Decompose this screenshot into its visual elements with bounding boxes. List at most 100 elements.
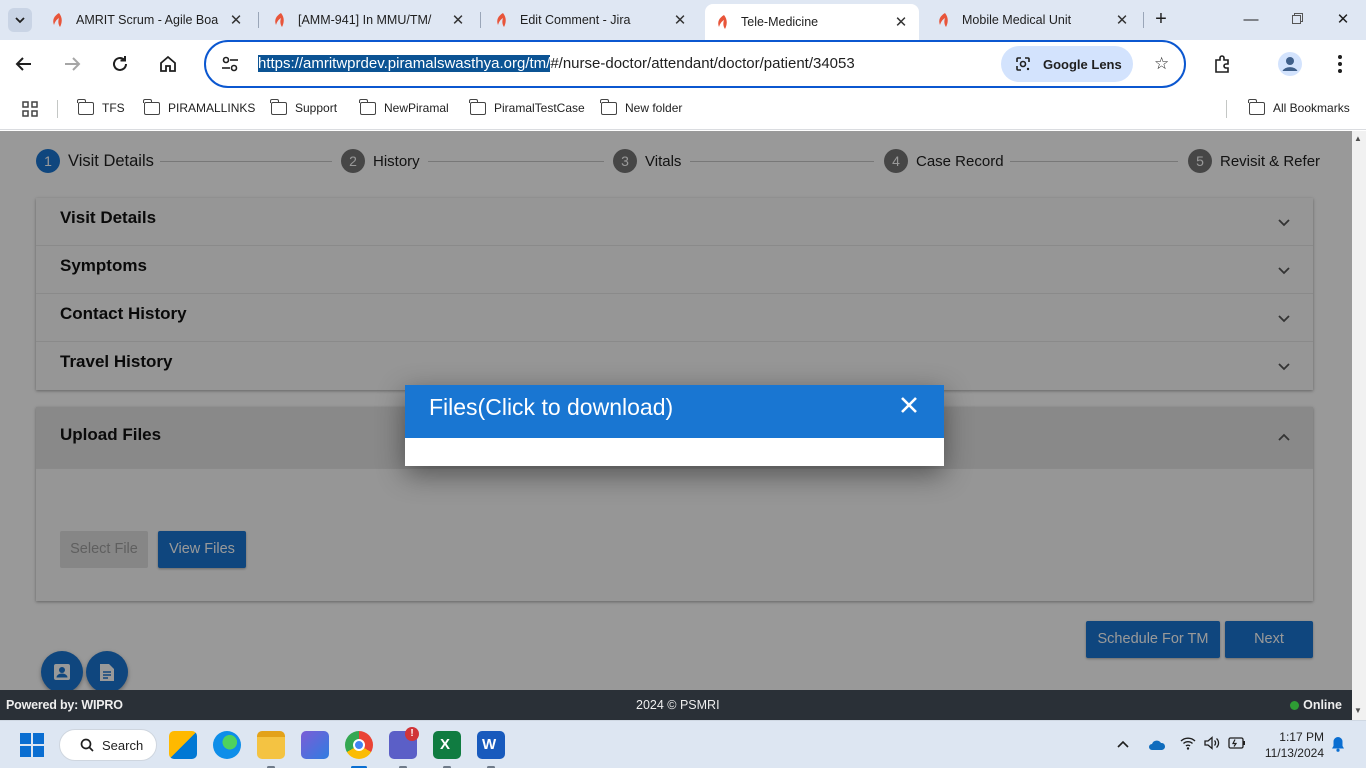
bookmark-folder-piramaltestcase[interactable]: PiramalTestCase bbox=[469, 98, 585, 115]
excel-icon[interactable]: X bbox=[433, 731, 461, 759]
bookmark-separator bbox=[57, 100, 58, 118]
page-scrollbar[interactable] bbox=[1352, 131, 1366, 720]
bookmark-label: NewPiramal bbox=[384, 101, 449, 115]
copilot-icon[interactable] bbox=[301, 731, 329, 759]
more-vertical-icon bbox=[1338, 55, 1342, 73]
close-window-icon[interactable]: ✕ bbox=[1331, 8, 1355, 32]
google-lens-label: Google Lens bbox=[1043, 56, 1122, 72]
all-bookmarks-button[interactable]: All Bookmarks bbox=[1248, 98, 1350, 115]
scroll-down-arrow-icon[interactable]: ▼ bbox=[1354, 706, 1362, 715]
volume-icon[interactable] bbox=[1204, 736, 1220, 753]
new-tab-plus-icon[interactable]: + bbox=[1150, 8, 1172, 30]
system-clock[interactable]: 1:17 PM 11/13/2024 bbox=[1256, 729, 1324, 761]
bookmark-folder-newpiramal[interactable]: NewPiramal bbox=[359, 98, 449, 115]
folder-icon bbox=[77, 98, 94, 115]
site-settings-icon[interactable] bbox=[220, 54, 240, 74]
chrome-browser-icon[interactable] bbox=[345, 731, 373, 759]
clock-date: 11/13/2024 bbox=[1264, 746, 1324, 760]
amrit-favicon-icon bbox=[53, 13, 62, 27]
tab-title: Tele-Medicine bbox=[741, 15, 819, 29]
forward-arrow-icon bbox=[65, 57, 81, 71]
bookmark-folder-tfs[interactable]: TFS bbox=[77, 98, 125, 115]
chevron-down-icon bbox=[15, 17, 25, 24]
tab-title: [AMM-941] In MMU/TM/ bbox=[298, 13, 432, 27]
browser-tab-1[interactable]: AMRIT Scrum - Agile Boa ✕ bbox=[40, 5, 254, 35]
back-arrow-icon bbox=[15, 57, 31, 71]
connection-status: Online bbox=[1290, 698, 1342, 712]
folder-icon bbox=[270, 98, 287, 115]
close-icon[interactable]: ✕ bbox=[672, 11, 688, 29]
close-icon[interactable]: ✕ bbox=[1114, 11, 1130, 29]
tab-title: AMRIT Scrum - Agile Boa bbox=[76, 13, 219, 27]
windows-start-icon[interactable] bbox=[20, 733, 44, 757]
edge-browser-icon[interactable] bbox=[213, 731, 241, 759]
folder-icon bbox=[143, 98, 160, 115]
close-icon[interactable]: ✕ bbox=[450, 11, 466, 29]
folder-icon bbox=[1248, 98, 1265, 115]
bookmark-label: TFS bbox=[102, 101, 125, 115]
tab-separator bbox=[1143, 12, 1144, 28]
tab-title: Edit Comment - Jira bbox=[520, 13, 631, 27]
browser-tab-2[interactable]: [AMM-941] In MMU/TM/ ✕ bbox=[262, 5, 476, 35]
wifi-icon[interactable] bbox=[1180, 736, 1196, 753]
bookmark-star-icon[interactable]: ☆ bbox=[1154, 54, 1174, 74]
tab-separator bbox=[258, 12, 259, 28]
bookmark-separator bbox=[1226, 100, 1227, 118]
tab-title: Mobile Medical Unit bbox=[962, 13, 1072, 27]
browser-tab-3[interactable]: Edit Comment - Jira ✕ bbox=[484, 5, 698, 35]
back-button[interactable] bbox=[12, 52, 36, 76]
taskbar-search[interactable]: Search bbox=[59, 729, 157, 761]
extensions-button[interactable] bbox=[1210, 52, 1234, 76]
windows-taskbar: Search ! X W 1:17 PM 11/13/2024 bbox=[0, 720, 1366, 768]
amrit-favicon-icon bbox=[275, 13, 284, 27]
tab-separator bbox=[480, 12, 481, 28]
amrit-favicon-icon bbox=[939, 13, 948, 27]
url-selected: https://amritwprdev.piramalswasthya.org/… bbox=[258, 55, 551, 72]
browser-tab-4-active[interactable]: Tele-Medicine ✕ bbox=[705, 4, 919, 40]
battery-icon[interactable] bbox=[1228, 737, 1246, 752]
apps-button[interactable] bbox=[22, 101, 38, 117]
bookmark-label: Support bbox=[295, 101, 338, 115]
folder-icon bbox=[359, 98, 376, 115]
folder-icon bbox=[600, 98, 617, 115]
url-rest: #/nurse-doctor/attendant/doctor/patient/… bbox=[550, 55, 855, 72]
bookmark-label: New folder bbox=[625, 101, 683, 115]
word-icon[interactable]: W bbox=[477, 731, 505, 759]
minimize-icon[interactable]: — bbox=[1239, 8, 1263, 32]
home-icon bbox=[160, 55, 176, 72]
search-icon bbox=[80, 738, 94, 752]
close-icon[interactable]: ✕ bbox=[228, 11, 244, 29]
reload-icon bbox=[113, 56, 127, 71]
amrit-favicon-icon bbox=[718, 15, 727, 29]
teams-icon[interactable]: ! bbox=[389, 727, 419, 759]
notification-bell-icon[interactable] bbox=[1331, 736, 1345, 755]
forward-button[interactable] bbox=[60, 52, 84, 76]
show-hidden-icons-icon[interactable] bbox=[1116, 737, 1130, 752]
microsoft-store-icon[interactable] bbox=[169, 731, 197, 759]
bookmark-folder-support[interactable]: Support bbox=[270, 98, 338, 115]
google-lens-icon bbox=[1016, 57, 1030, 71]
browser-menu-button[interactable] bbox=[1328, 52, 1352, 76]
address-bar[interactable]: https://amritwprdev.piramalswasthya.org/… bbox=[204, 40, 1186, 88]
bookmark-folder-new-folder[interactable]: New folder bbox=[600, 98, 683, 115]
copyright-label: 2024 © PSMRI bbox=[636, 698, 720, 712]
restore-icon[interactable] bbox=[1285, 8, 1309, 32]
home-button[interactable] bbox=[156, 52, 180, 76]
file-explorer-icon[interactable] bbox=[257, 731, 285, 759]
profile-button[interactable] bbox=[1278, 52, 1302, 76]
tab-search-button[interactable] bbox=[8, 8, 32, 32]
scroll-up-arrow-icon[interactable]: ▲ bbox=[1354, 134, 1362, 143]
files-dialog-header: Files(Click to download) bbox=[405, 385, 944, 438]
app-footer: Powered by: WIPRO 2024 © PSMRI Online bbox=[0, 690, 1352, 720]
google-lens-button[interactable]: Google Lens bbox=[1001, 46, 1133, 82]
powered-by-label: Powered by: WIPRO bbox=[6, 698, 123, 712]
onedrive-sync-icon[interactable] bbox=[1148, 738, 1166, 755]
amrit-favicon-icon bbox=[497, 13, 506, 27]
browser-tab-5[interactable]: Mobile Medical Unit ✕ bbox=[926, 5, 1140, 35]
url-text[interactable]: https://amritwprdev.piramalswasthya.org/… bbox=[258, 55, 855, 72]
close-icon[interactable]: ✕ bbox=[893, 13, 909, 31]
bookmark-folder-piramallinks[interactable]: PIRAMALLINKS bbox=[143, 98, 255, 115]
close-icon[interactable] bbox=[899, 395, 919, 415]
reload-button[interactable] bbox=[108, 52, 132, 76]
restore-window-icon bbox=[1291, 13, 1303, 24]
